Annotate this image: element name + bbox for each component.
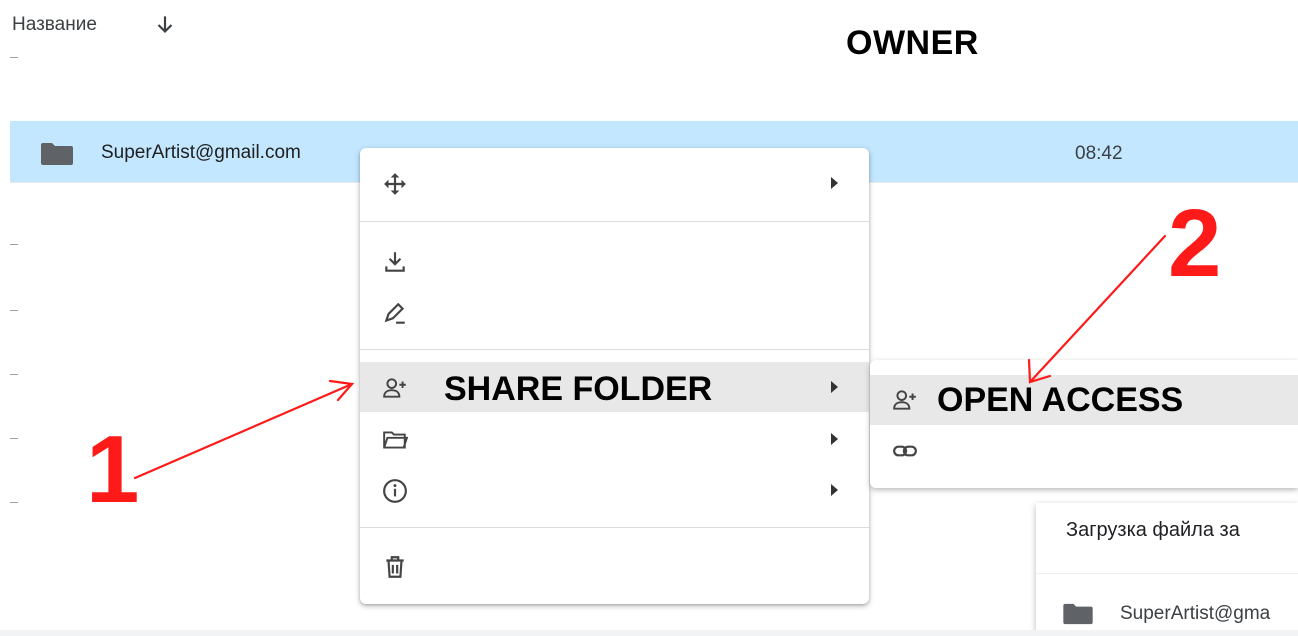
step-number-2: 2 — [1168, 190, 1222, 297]
link-icon — [893, 445, 917, 457]
menu-item-delete[interactable] — [360, 541, 869, 591]
upload-panel-header: Загрузка файла за — [1036, 503, 1298, 574]
menu-item-open-with[interactable] — [360, 414, 869, 464]
menu-divider — [360, 527, 869, 528]
arrow-down-icon[interactable] — [152, 12, 178, 38]
row-divider — [10, 244, 18, 245]
download-icon — [385, 252, 405, 272]
folder-icon — [1063, 603, 1093, 625]
annotation-arrow-1 — [133, 382, 354, 480]
person-add-icon — [383, 378, 406, 398]
annotation-arrow-1-head — [328, 379, 355, 402]
name-column-header[interactable]: Название — [12, 14, 97, 36]
chevron-right-icon — [831, 177, 838, 189]
row-divider — [10, 57, 18, 58]
menu-item-rename[interactable] — [360, 288, 869, 338]
step-number-1: 1 — [86, 416, 140, 523]
trash-icon — [386, 556, 404, 578]
chevron-right-icon — [831, 433, 838, 445]
chevron-right-icon — [831, 381, 838, 393]
menu-divider — [360, 349, 869, 350]
menu-item-share[interactable]: SHARE FOLDER — [360, 362, 869, 412]
bottom-bar — [0, 630, 1298, 636]
row-divider — [10, 438, 18, 439]
row-divider — [10, 502, 18, 503]
file-name[interactable]: SuperArtist@gmail.com — [101, 142, 301, 164]
open-access-label: OPEN ACCESS — [937, 381, 1184, 419]
submenu-item-open-access[interactable]: OPEN ACCESS — [870, 375, 1298, 425]
chevron-right-icon — [831, 484, 838, 496]
share-folder-label: SHARE FOLDER — [444, 370, 713, 408]
row-divider — [10, 374, 18, 375]
share-submenu: OPEN ACCESS — [870, 360, 1298, 488]
owner-label: OWNER — [846, 24, 979, 62]
file-modified-time: 08:42 — [1075, 143, 1123, 164]
row-divider — [10, 310, 18, 311]
person-add-icon — [893, 390, 916, 410]
menu-item-move[interactable] — [360, 158, 869, 208]
upload-file-name[interactable]: SuperArtist@gma — [1120, 603, 1270, 625]
move-icon — [384, 173, 406, 195]
submenu-item-copy-link[interactable] — [870, 426, 1298, 476]
folder-icon — [41, 143, 73, 165]
upload-panel-title: Загрузка файла за — [1066, 519, 1240, 541]
context-menu: SHARE FOLDER — [360, 148, 869, 604]
rename-icon — [384, 302, 405, 324]
menu-divider — [360, 221, 869, 222]
menu-item-info[interactable] — [360, 465, 869, 515]
folder-open-icon — [383, 431, 408, 449]
upload-panel: Загрузка файла за SuperArtist@gma — [1036, 503, 1298, 636]
info-icon — [383, 479, 407, 503]
menu-item-download[interactable] — [360, 236, 869, 286]
